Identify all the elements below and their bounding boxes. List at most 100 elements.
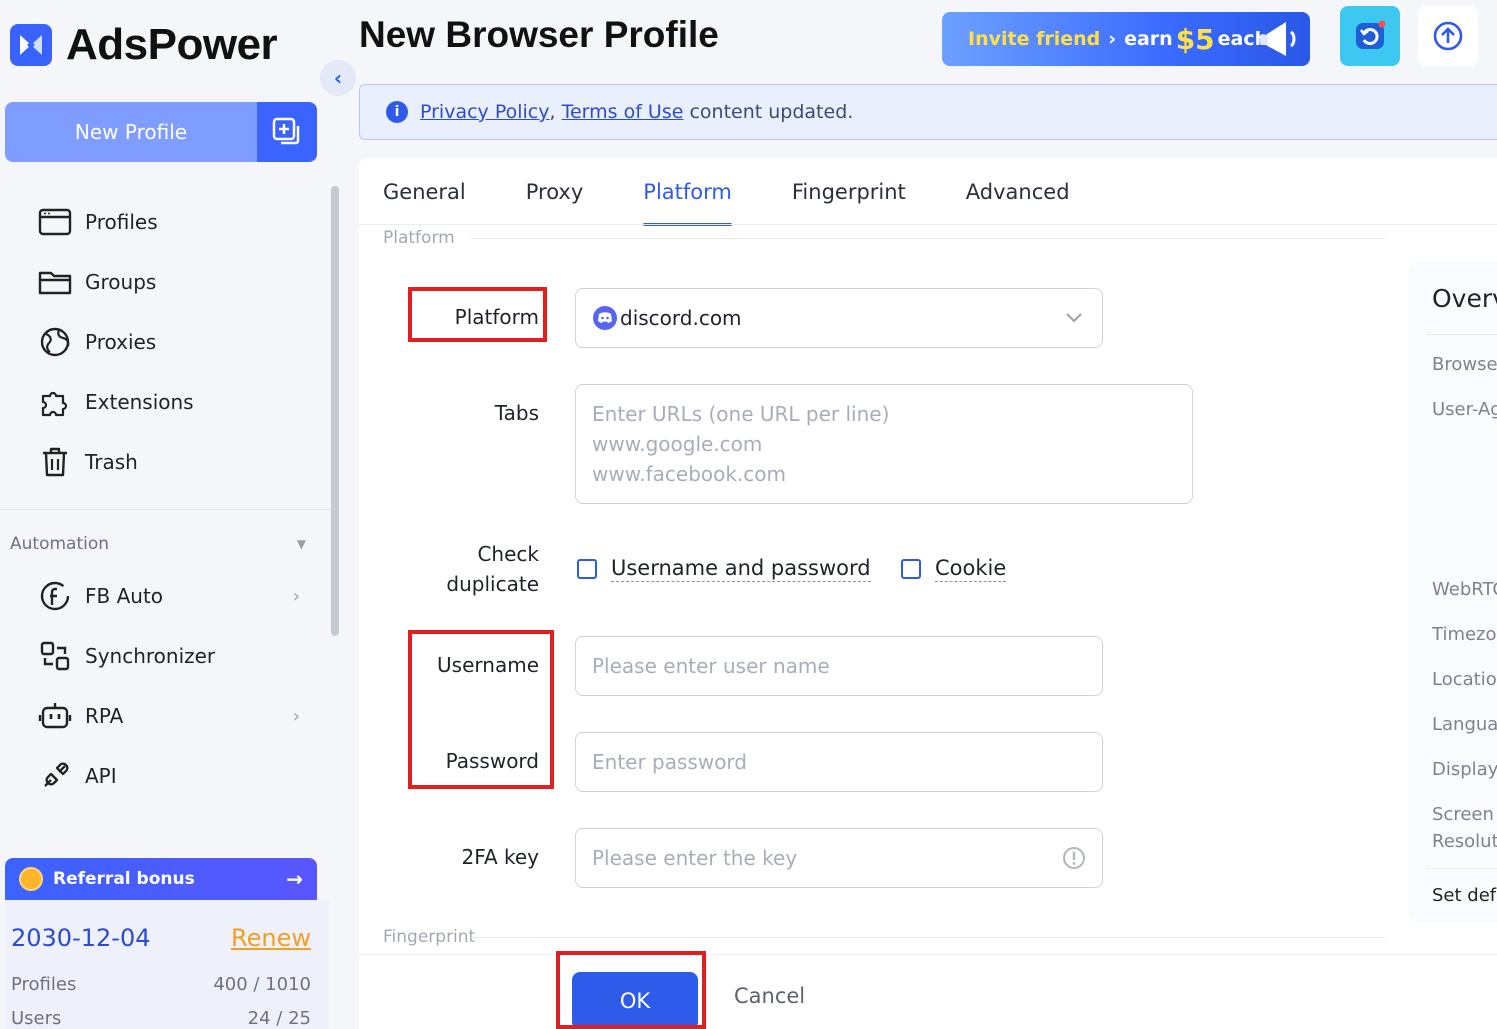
nav-item-label: FB Auto: [85, 584, 164, 608]
privacy-policy-link[interactable]: Privacy Policy: [420, 101, 549, 123]
overview-panel: Overv Browse User-Ag WebRTC Timezo Locat…: [1408, 262, 1497, 922]
upload-update-button[interactable]: [1418, 6, 1478, 66]
nav-item-label: Extensions: [85, 390, 194, 414]
form-footer: [359, 954, 1497, 1029]
password-input[interactable]: Enter password: [575, 732, 1103, 792]
tabs-underline: [359, 224, 1497, 225]
nav-item-api[interactable]: API: [0, 746, 330, 806]
plan-users-value: 24 / 25: [247, 1008, 311, 1029]
nav-item-rpa[interactable]: RPA ›: [0, 686, 330, 746]
chevron-right-icon: ›: [292, 585, 300, 607]
plan-users-row: Users 24 / 25: [11, 1008, 311, 1029]
cookie-checkbox[interactable]: Cookie: [901, 556, 1007, 582]
referral-bonus-banner[interactable]: Referral bonus →: [5, 858, 317, 900]
folder-icon: [38, 265, 72, 299]
nav-item-label: Proxies: [85, 330, 157, 354]
tab-fingerprint[interactable]: Fingerprint: [792, 158, 906, 226]
checkbox-box[interactable]: [577, 559, 597, 579]
invite-earn: earn: [1124, 28, 1173, 50]
nav-item-label: API: [85, 764, 117, 788]
overview-item-screen: Screen: [1432, 804, 1494, 825]
nav-item-extensions[interactable]: Extensions: [0, 372, 330, 432]
nav-item-proxies[interactable]: Proxies: [0, 312, 330, 372]
arrow-right-icon: →: [286, 867, 303, 891]
tab-advanced[interactable]: Advanced: [966, 158, 1070, 226]
policy-notice-bar: i Privacy Policy , Terms of Use content …: [359, 84, 1497, 140]
plan-card: 2030-12-04 Renew Profiles 400 / 1010 Use…: [5, 900, 329, 1029]
plan-users-label: Users: [11, 1008, 62, 1029]
plan-profiles-label: Profiles: [11, 974, 77, 995]
platform-value: discord.com: [620, 306, 742, 330]
username-password-checkbox[interactable]: Username and password: [577, 556, 871, 582]
tabs-placeholder-line-1: Enter URLs (one URL per line): [592, 402, 890, 426]
tab-platform[interactable]: Platform: [643, 158, 732, 226]
tabs-urls-textarea[interactable]: Enter URLs (one URL per line) www.google…: [575, 384, 1193, 504]
app-logo: AdsPower: [10, 20, 278, 70]
checkbox-box[interactable]: [901, 559, 921, 579]
alert-circle-icon[interactable]: [1062, 846, 1086, 870]
sidebar-scrollbar[interactable]: [331, 186, 339, 636]
tab-general[interactable]: General: [383, 158, 466, 226]
add-profile-icon[interactable]: [257, 102, 317, 162]
nav-item-trash[interactable]: Trash: [0, 432, 330, 492]
terms-of-use-link[interactable]: Terms of Use: [562, 101, 684, 123]
plan-profiles-value: 400 / 1010: [213, 974, 311, 995]
tab-proxy[interactable]: Proxy: [526, 158, 584, 226]
sync-app-button[interactable]: [1340, 6, 1400, 66]
cancel-button[interactable]: Cancel: [734, 984, 805, 1008]
discord-icon: [593, 306, 617, 330]
profiles-icon: [38, 205, 72, 239]
invite-friend-banner[interactable]: Invite friend › earn $5 each: [942, 12, 1310, 66]
section-fingerprint-label: Fingerprint: [383, 927, 476, 947]
automation-section-toggle[interactable]: Automation ▼: [10, 534, 310, 554]
section-fingerprint-rule: [471, 937, 1385, 938]
trash-icon: [38, 445, 72, 479]
overview-item-browser: Browse: [1432, 354, 1497, 375]
new-profile-label[interactable]: New Profile: [5, 102, 257, 162]
automation-title: Automation: [10, 534, 110, 554]
page-title: New Browser Profile: [359, 14, 719, 55]
collapse-sidebar-button[interactable]: ‹: [320, 60, 356, 96]
check-label-line-2: duplicate: [446, 572, 539, 596]
credentials-highlight-box: [408, 630, 554, 789]
new-profile-button[interactable]: New Profile: [5, 102, 317, 162]
automation-nav: FB Auto › Synchronizer RPA › API: [0, 566, 330, 806]
nav-item-profiles[interactable]: Profiles: [0, 192, 330, 252]
renew-link[interactable]: Renew: [231, 924, 311, 952]
nav-item-label: Synchronizer: [85, 644, 216, 668]
main-nav: Profiles Groups Proxies Extensions Trash: [0, 192, 330, 492]
checkbox-label: Username and password: [611, 556, 871, 582]
overview-item-user-agent: User-Ag: [1432, 399, 1497, 420]
upload-icon: [1433, 21, 1463, 51]
platform-select[interactable]: discord.com: [575, 288, 1103, 348]
nav-item-label: Groups: [85, 270, 157, 294]
globe-icon: [38, 325, 72, 359]
nav-item-synchronizer[interactable]: Synchronizer: [0, 626, 330, 686]
platform-highlight-box: [408, 287, 547, 342]
notice-text: content updated.: [683, 101, 854, 123]
username-input[interactable]: Please enter user name: [575, 636, 1103, 696]
tabs-label: Tabs: [494, 401, 539, 425]
overview-item-webrtc: WebRTC: [1432, 579, 1497, 600]
nav-item-groups[interactable]: Groups: [0, 252, 330, 312]
megaphone-icon: [1260, 22, 1296, 56]
set-default-link[interactable]: Set defa: [1432, 885, 1497, 906]
ok-highlight-box: [556, 951, 706, 1029]
plug-icon: [38, 759, 72, 793]
overview-item-timezone: Timezo: [1432, 624, 1497, 645]
twofa-input[interactable]: Please enter the key: [575, 828, 1103, 888]
referral-label: Referral bonus: [53, 869, 195, 889]
nav-item-fb-auto[interactable]: FB Auto ›: [0, 566, 330, 626]
twofa-label: 2FA key: [461, 845, 539, 869]
password-placeholder: Enter password: [592, 750, 747, 774]
coin-icon: [19, 867, 43, 891]
robot-icon: [38, 699, 72, 733]
caret-down-icon: ▼: [296, 537, 306, 551]
overview-item-language: Langua: [1432, 714, 1497, 735]
adspower-logo-icon: [10, 24, 52, 66]
plan-profiles-row: Profiles 400 / 1010: [11, 974, 311, 995]
chevron-right-icon: ›: [292, 705, 300, 727]
check-duplicate-label: Check duplicate: [375, 539, 539, 599]
check-label-line-1: Check: [477, 542, 539, 566]
sync-icon: [38, 639, 72, 673]
